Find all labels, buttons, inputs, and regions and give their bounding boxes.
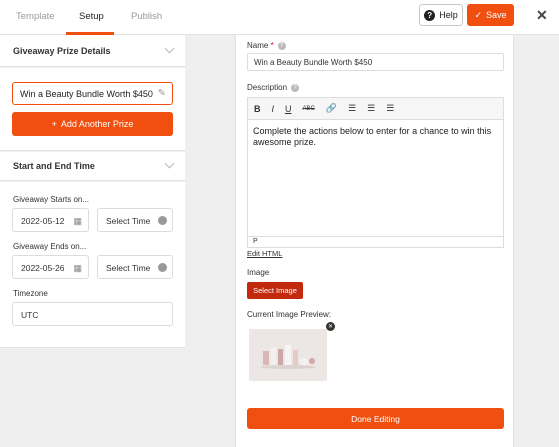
prize-name-value: Win a Beauty Bundle Worth $450: [20, 89, 153, 99]
image-preview-label: Current Image Preview:: [247, 310, 332, 319]
add-prize-label: Add Another Prize: [60, 119, 134, 129]
save-label: Save: [486, 10, 507, 20]
align-center-icon[interactable]: ☰: [367, 103, 375, 114]
name-label: Name *?: [247, 41, 286, 50]
ends-label: Giveaway Ends on...: [13, 242, 87, 251]
description-text[interactable]: Complete the actions below to enter for …: [248, 120, 503, 154]
save-button[interactable]: ✓ Save: [467, 4, 514, 26]
strikethrough-icon[interactable]: ABC: [303, 106, 315, 112]
done-editing-button[interactable]: Done Editing: [247, 408, 504, 429]
italic-icon[interactable]: I: [272, 104, 275, 114]
tab-setup[interactable]: Setup: [79, 11, 104, 22]
prize-section-header[interactable]: Giveaway Prize Details: [0, 35, 185, 67]
tab-publish[interactable]: Publish: [131, 11, 162, 22]
editor-status-path: P: [248, 236, 503, 247]
remove-image-icon[interactable]: ✕: [326, 322, 335, 331]
calendar-icon: ▦: [73, 263, 82, 273]
top-bar: Template Setup Publish ? Help ✓ Save ✕: [0, 0, 559, 35]
description-editor[interactable]: B I U ABC 🔗 ☰ ☰ ☰ Complete the actions b…: [247, 97, 504, 248]
help-label: Help: [439, 10, 458, 20]
start-time-placeholder: Select Time: [106, 216, 151, 226]
edit-html-link[interactable]: Edit HTML: [247, 249, 282, 258]
align-left-icon[interactable]: ☰: [348, 103, 356, 114]
prize-editor-panel: Name *? Win a Beauty Bundle Worth $450 D…: [235, 35, 514, 447]
help-icon: ?: [291, 83, 300, 92]
chevron-down-icon: [164, 158, 175, 169]
underline-icon[interactable]: U: [285, 104, 292, 114]
clock-icon: [158, 263, 167, 272]
image-preview: [249, 329, 327, 381]
end-date-input[interactable]: 2022-05-26 ▦: [12, 255, 89, 279]
calendar-icon: ▦: [73, 216, 82, 226]
description-label: Description?: [247, 83, 300, 92]
start-date-value: 2022-05-12: [21, 216, 65, 226]
beauty-products-image: [249, 329, 327, 381]
timezone-label: Timezone: [13, 289, 48, 298]
select-image-button[interactable]: Select Image: [247, 282, 303, 299]
end-time-placeholder: Select Time: [106, 263, 151, 273]
time-section-title: Start and End Time: [13, 161, 95, 171]
chevron-down-icon: [164, 43, 175, 54]
start-date-input[interactable]: 2022-05-12 ▦: [12, 208, 89, 232]
add-prize-button[interactable]: + Add Another Prize: [12, 112, 173, 136]
plus-icon: +: [51, 119, 57, 129]
help-icon: ?: [277, 41, 286, 50]
align-right-icon[interactable]: ☰: [386, 103, 394, 114]
link-icon[interactable]: 🔗: [326, 103, 337, 114]
prize-section-title: Giveaway Prize Details: [13, 46, 111, 56]
clock-icon: [158, 216, 167, 225]
close-icon[interactable]: ✕: [536, 7, 548, 24]
end-time-input[interactable]: Select Time: [97, 255, 173, 279]
checkmark-icon: ✓: [474, 9, 483, 20]
bold-icon[interactable]: B: [254, 104, 261, 114]
question-circle-icon: ?: [424, 9, 436, 21]
tab-template[interactable]: Template: [16, 11, 55, 22]
time-section-header[interactable]: Start and End Time: [0, 152, 185, 181]
end-date-value: 2022-05-26: [21, 263, 65, 273]
image-label: Image: [247, 268, 270, 277]
pencil-icon[interactable]: ✎: [158, 88, 166, 99]
timezone-value: UTC: [21, 310, 39, 320]
prize-section-body: [0, 68, 185, 151]
start-time-input[interactable]: Select Time: [97, 208, 173, 232]
help-button[interactable]: ? Help: [419, 4, 463, 26]
starts-label: Giveaway Starts on...: [13, 195, 90, 204]
prize-name-input[interactable]: Win a Beauty Bundle Worth $450 ✎: [12, 82, 173, 105]
timezone-select[interactable]: UTC: [12, 302, 173, 326]
editor-toolbar: B I U ABC 🔗 ☰ ☰ ☰: [248, 98, 503, 120]
name-input[interactable]: Win a Beauty Bundle Worth $450: [247, 53, 504, 71]
